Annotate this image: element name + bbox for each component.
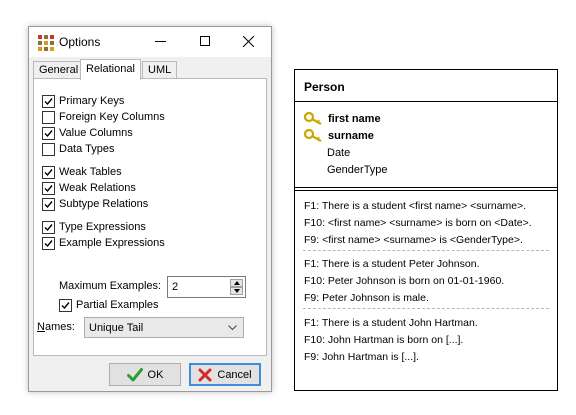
checkbox-data-types[interactable]: Data Types bbox=[42, 142, 114, 156]
tab-strip: General Relational UML bbox=[33, 59, 267, 80]
cancel-button-label: Cancel bbox=[217, 368, 252, 381]
tab-uml[interactable]: UML bbox=[142, 61, 178, 79]
key-attribute-name: surname bbox=[328, 130, 374, 142]
close-button[interactable] bbox=[227, 27, 271, 57]
spinner-buttons bbox=[230, 279, 243, 295]
checkbox-label: Value Columns bbox=[59, 127, 133, 139]
section-divider bbox=[295, 187, 557, 191]
key-icon bbox=[304, 129, 322, 142]
minimize-icon bbox=[155, 41, 166, 42]
checkbox[interactable] bbox=[42, 110, 55, 124]
relational-panel: Primary Keys Foreign Key Columns Value C… bbox=[33, 78, 267, 356]
example-line: F1: There is a student John Hartman. bbox=[304, 317, 478, 329]
maximize-icon bbox=[200, 36, 210, 46]
names-select-value: Unique Tail bbox=[89, 322, 144, 334]
checkbox[interactable] bbox=[42, 94, 55, 108]
example-line: F1: There is a student Peter Johnson. bbox=[304, 258, 480, 270]
example-line: F9: John Hartman is [...]. bbox=[304, 351, 419, 363]
checkbox-label: Weak Relations bbox=[59, 182, 136, 194]
names-label-accelerator: N bbox=[37, 321, 45, 333]
maximum-examples-spinner[interactable]: 2 bbox=[167, 276, 246, 298]
entity-title: Person bbox=[304, 80, 345, 94]
checkbox[interactable] bbox=[59, 298, 72, 312]
checkbox[interactable] bbox=[42, 126, 55, 140]
checkbox-label: Type Expressions bbox=[59, 221, 146, 233]
example-line: F10: Peter Johnson is born on 01-01-1960… bbox=[304, 275, 505, 287]
spin-up-arrow-icon[interactable] bbox=[230, 279, 243, 287]
checkbox-type-expressions[interactable]: Type Expressions bbox=[42, 220, 146, 234]
checkbox-subtype-relations[interactable]: Subtype Relations bbox=[42, 197, 148, 211]
checkbox-primary-keys[interactable]: Primary Keys bbox=[42, 94, 124, 108]
key-attribute-row: surname bbox=[304, 128, 374, 144]
checkbox-label: Weak Tables bbox=[59, 166, 122, 178]
check-icon bbox=[44, 129, 53, 137]
checkbox-label: Data Types bbox=[59, 143, 115, 155]
checkbox-label: Primary Keys bbox=[59, 95, 125, 107]
checkbox[interactable] bbox=[42, 181, 55, 195]
checkbox-weak-tables[interactable]: Weak Tables bbox=[42, 165, 122, 179]
checkbox-label: Example Expressions bbox=[59, 237, 165, 249]
checkbox-foreign-key-columns[interactable]: Foreign Key Columns bbox=[42, 110, 165, 124]
checkbox[interactable] bbox=[42, 142, 55, 156]
checkbox-weak-relations[interactable]: Weak Relations bbox=[42, 181, 136, 195]
check-icon bbox=[44, 184, 53, 192]
minimize-button[interactable] bbox=[139, 27, 183, 57]
check-icon bbox=[44, 168, 53, 176]
tab-general[interactable]: General bbox=[33, 61, 85, 79]
person-entity-box: Person first name surname Date GenderTyp… bbox=[294, 69, 558, 391]
close-icon bbox=[243, 36, 254, 47]
check-icon bbox=[44, 200, 53, 208]
cancel-button[interactable]: Cancel bbox=[189, 363, 261, 386]
attribute-name: GenderType bbox=[327, 164, 388, 176]
checkbox-label: Partial Examples bbox=[76, 299, 159, 311]
checkbox[interactable] bbox=[42, 236, 55, 250]
checkbox-example-expressions[interactable]: Example Expressions bbox=[42, 236, 165, 250]
maximum-examples-label: Maximum Examples: bbox=[59, 280, 162, 292]
example-line: F9: Peter Johnson is male. bbox=[304, 292, 429, 304]
example-line: F9: <first name> <surname> is <GenderTyp… bbox=[304, 234, 523, 246]
entity-header: Person bbox=[295, 70, 557, 102]
tab-relational[interactable]: Relational bbox=[80, 59, 141, 80]
title-bar[interactable]: Options bbox=[29, 27, 271, 57]
check-icon bbox=[44, 239, 53, 247]
example-line: F10: John Hartman is born on [...]. bbox=[304, 334, 464, 346]
key-attribute-name: first name bbox=[328, 113, 381, 125]
names-label: Names: bbox=[37, 321, 75, 333]
check-icon bbox=[61, 301, 70, 309]
checkbox[interactable] bbox=[42, 165, 55, 179]
key-attribute-row: first name bbox=[304, 111, 381, 127]
example-line: F10: <first name> <surname> is born on <… bbox=[304, 217, 532, 229]
checkbox-value-columns[interactable]: Value Columns bbox=[42, 126, 133, 140]
ok-button[interactable]: OK bbox=[109, 363, 181, 386]
attribute-name: Date bbox=[327, 147, 351, 159]
example-line: F1: There is a student <first name> <sur… bbox=[304, 200, 527, 212]
dialog-title: Options bbox=[59, 35, 101, 49]
key-icon bbox=[304, 112, 322, 125]
checkmark-icon bbox=[126, 367, 143, 381]
checkbox[interactable] bbox=[42, 197, 55, 211]
app-grid-icon bbox=[38, 35, 54, 51]
checkbox[interactable] bbox=[42, 220, 55, 234]
example-divider bbox=[303, 308, 549, 309]
maximize-button[interactable] bbox=[183, 27, 227, 57]
checkbox-partial-examples[interactable]: Partial Examples bbox=[59, 298, 159, 312]
checkbox-label: Subtype Relations bbox=[59, 198, 149, 210]
ok-button-label: OK bbox=[147, 368, 164, 381]
red-x-icon bbox=[198, 368, 212, 381]
options-dialog: Options General Relational UML Primary K… bbox=[28, 26, 272, 392]
example-divider bbox=[303, 250, 549, 251]
names-select[interactable]: Unique Tail bbox=[84, 317, 244, 338]
maximum-examples-value[interactable]: 2 bbox=[172, 281, 178, 293]
chevron-down-icon bbox=[228, 325, 237, 331]
names-label-rest: ames: bbox=[44, 321, 75, 333]
checkbox-label: Foreign Key Columns bbox=[59, 111, 165, 123]
spin-down-arrow-icon[interactable] bbox=[230, 287, 243, 295]
check-icon bbox=[44, 97, 53, 105]
check-icon bbox=[44, 223, 53, 231]
